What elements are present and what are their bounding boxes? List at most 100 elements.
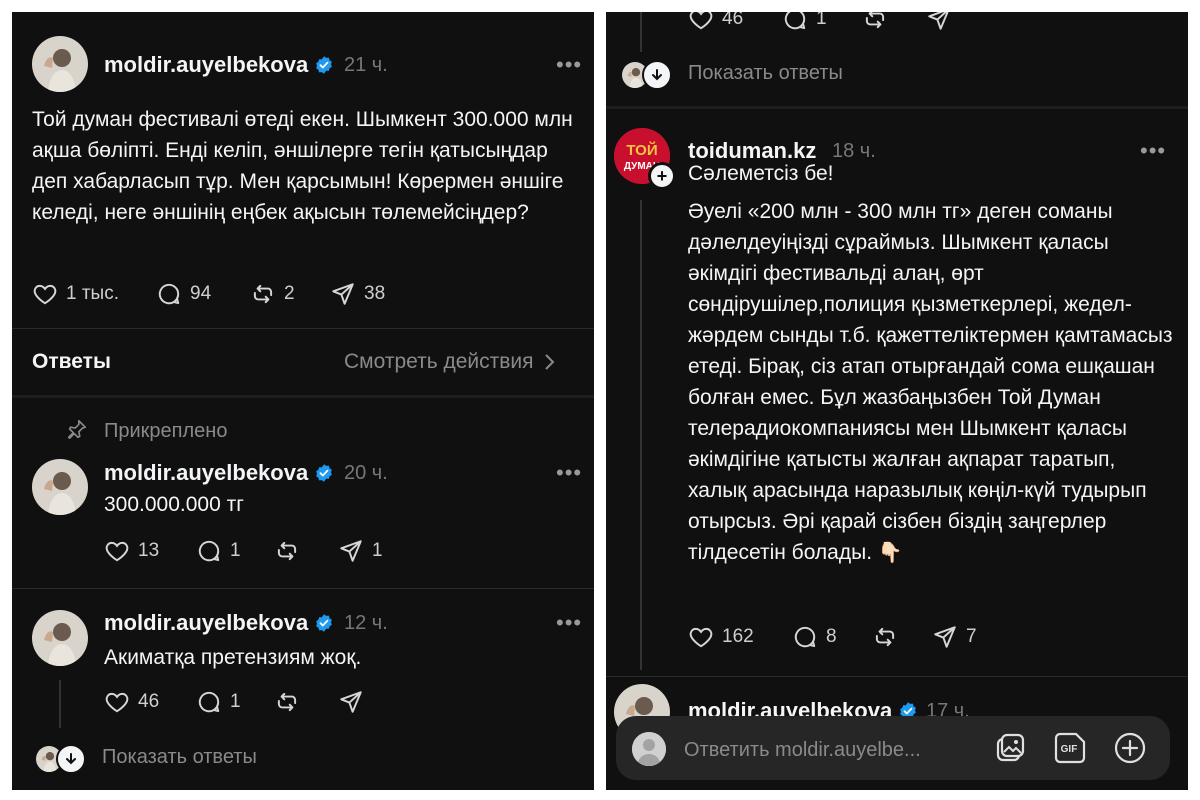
share-button[interactable] bbox=[926, 12, 952, 32]
heart-icon bbox=[688, 624, 714, 650]
post-greeting: Сәлеметсіз бе! bbox=[688, 162, 834, 185]
like-button[interactable]: 46 bbox=[688, 12, 743, 32]
more-icon[interactable]: ••• bbox=[556, 610, 582, 636]
comment-count: 94 bbox=[190, 283, 212, 304]
comment-icon bbox=[196, 538, 222, 564]
svg-text:GIF: GIF bbox=[1061, 744, 1078, 755]
section-divider bbox=[606, 106, 1188, 109]
comment-count: 1 bbox=[816, 12, 827, 29]
image-icon[interactable] bbox=[992, 730, 1028, 766]
right-screenshot-panel: 46 1 Показать ответы ТОЙ ДУМАН + toiduma… bbox=[606, 12, 1188, 790]
reply-author[interactable]: moldir.auyelbekova bbox=[104, 610, 334, 636]
comment-button[interactable]: 1 bbox=[782, 12, 827, 32]
post-time: 18 ч. bbox=[832, 140, 876, 162]
like-button[interactable]: 13 bbox=[104, 538, 159, 564]
share-icon bbox=[926, 12, 952, 32]
show-replies-link[interactable]: Показать ответы bbox=[102, 746, 257, 769]
replier-avatars bbox=[620, 60, 672, 90]
heart-icon bbox=[104, 689, 130, 715]
comment-button[interactable]: 1 bbox=[196, 689, 241, 715]
follow-plus-icon[interactable]: + bbox=[648, 162, 676, 190]
repost-icon bbox=[250, 281, 276, 307]
like-count: 162 bbox=[722, 626, 754, 647]
my-avatar bbox=[632, 732, 666, 766]
reply-author-name[interactable]: moldir.auyelbekova bbox=[104, 460, 308, 485]
share-count: 38 bbox=[364, 283, 386, 304]
thread-line bbox=[640, 200, 642, 670]
thread-line bbox=[640, 12, 642, 52]
like-button[interactable]: 162 bbox=[688, 624, 754, 650]
post-text: Әуелі «200 млн - 300 млн тг» деген соман… bbox=[688, 196, 1174, 569]
repost-icon bbox=[872, 624, 898, 650]
repost-icon bbox=[274, 689, 300, 715]
share-button[interactable]: 1 bbox=[338, 538, 383, 564]
repost-button[interactable] bbox=[862, 12, 888, 32]
post-body: Әуелі «200 млн - 300 млн тг» деген соман… bbox=[688, 200, 1173, 564]
like-button[interactable]: 46 bbox=[104, 689, 159, 715]
more-icon[interactable]: ••• bbox=[556, 460, 582, 486]
chevron-right-icon bbox=[544, 354, 554, 370]
user-placeholder-icon bbox=[632, 732, 666, 766]
comment-icon bbox=[156, 281, 182, 307]
share-icon bbox=[338, 689, 364, 715]
post-author[interactable]: moldir.auyelbekova bbox=[104, 52, 334, 78]
reply-author-name[interactable]: moldir.auyelbekova bbox=[104, 610, 308, 635]
left-screenshot-panel: moldir.auyelbekova 21 ч. ••• Той думан ф… bbox=[12, 12, 594, 790]
share-button[interactable]: 38 bbox=[330, 281, 385, 307]
replies-tab[interactable]: Ответы bbox=[32, 350, 111, 374]
share-count: 7 bbox=[966, 626, 977, 647]
repost-button[interactable]: 2 bbox=[250, 281, 295, 307]
pinned-label: Прикреплено bbox=[104, 420, 228, 442]
like-count: 13 bbox=[138, 540, 160, 561]
repost-icon bbox=[862, 12, 888, 32]
add-icon[interactable] bbox=[1112, 730, 1148, 766]
reply-author-avatar[interactable] bbox=[32, 610, 88, 666]
reply-text: Акиматқа претензиям жоқ. bbox=[104, 646, 362, 669]
repost-icon bbox=[274, 538, 300, 564]
reply-input[interactable] bbox=[682, 732, 986, 768]
heart-icon bbox=[688, 12, 714, 32]
post-author-name[interactable]: moldir.auyelbekova bbox=[104, 52, 308, 77]
comment-count: 1 bbox=[230, 540, 241, 561]
svg-text:ТОЙ: ТОЙ bbox=[626, 141, 657, 159]
repost-button[interactable] bbox=[274, 538, 300, 564]
reply-composer: GIF bbox=[616, 716, 1170, 780]
reply-author-avatar[interactable] bbox=[32, 459, 88, 515]
share-icon bbox=[330, 281, 356, 307]
verified-icon bbox=[314, 55, 334, 75]
arrow-down-icon bbox=[56, 744, 86, 774]
share-button[interactable] bbox=[338, 689, 364, 715]
comment-button[interactable]: 8 bbox=[792, 624, 837, 650]
divider bbox=[12, 588, 594, 589]
more-icon[interactable]: ••• bbox=[1140, 138, 1166, 164]
arrow-down-icon bbox=[642, 60, 672, 90]
section-divider bbox=[12, 395, 594, 398]
gif-icon[interactable]: GIF bbox=[1052, 730, 1088, 766]
heart-icon bbox=[104, 538, 130, 564]
show-replies-link[interactable]: Показать ответы bbox=[688, 62, 843, 85]
like-count: 46 bbox=[138, 691, 160, 712]
share-count: 1 bbox=[372, 540, 383, 561]
share-icon bbox=[338, 538, 364, 564]
comment-icon bbox=[196, 689, 222, 715]
like-button[interactable]: 1 тыс. bbox=[32, 281, 119, 307]
author-avatar[interactable] bbox=[32, 36, 88, 92]
divider bbox=[606, 676, 1188, 677]
comment-count: 1 bbox=[230, 691, 241, 712]
more-icon[interactable]: ••• bbox=[556, 52, 582, 78]
pointing-down-emoji: 👇🏻 bbox=[877, 542, 903, 564]
comment-icon bbox=[782, 12, 808, 32]
replier-avatars bbox=[34, 744, 86, 774]
repost-button[interactable] bbox=[872, 624, 898, 650]
reply-author[interactable]: moldir.auyelbekova bbox=[104, 460, 334, 486]
reply-text: 300.000.000 тг bbox=[104, 493, 244, 516]
share-button[interactable]: 7 bbox=[932, 624, 977, 650]
comment-button[interactable]: 94 bbox=[156, 281, 211, 307]
comment-button[interactable]: 1 bbox=[196, 538, 241, 564]
view-activity-link[interactable]: Смотреть действия bbox=[344, 350, 556, 374]
like-count: 46 bbox=[722, 12, 744, 29]
share-icon bbox=[932, 624, 958, 650]
reply-time: 20 ч. bbox=[344, 462, 388, 484]
like-count: 1 тыс. bbox=[66, 283, 119, 304]
repost-button[interactable] bbox=[274, 689, 300, 715]
